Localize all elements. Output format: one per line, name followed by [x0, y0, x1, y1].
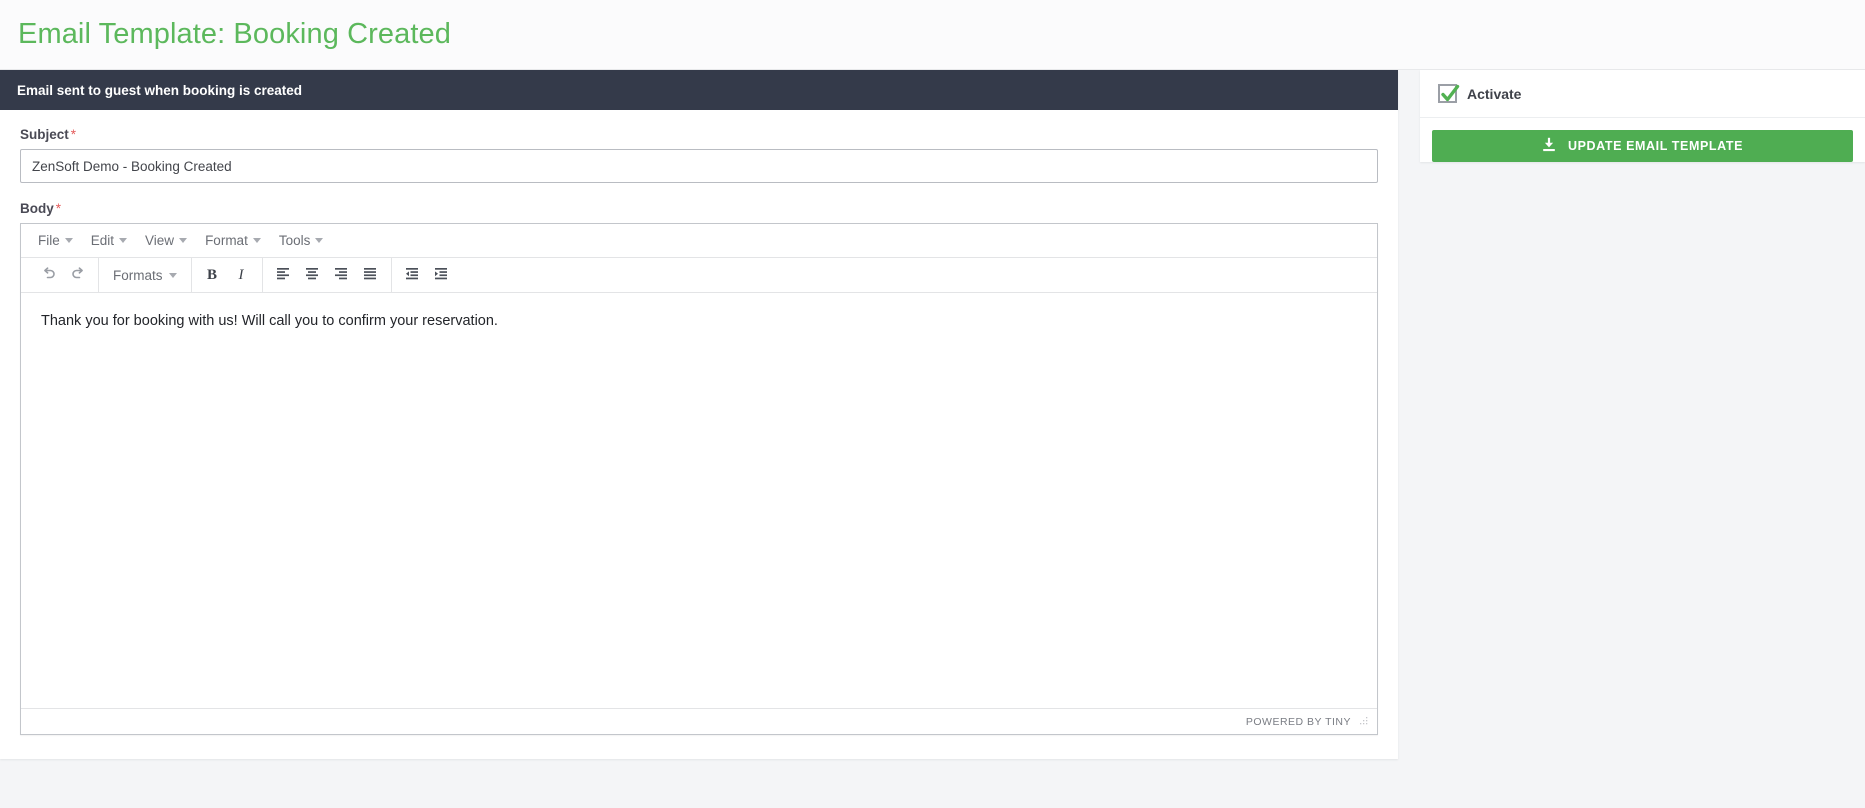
align-center-icon: [304, 265, 320, 286]
email-template-card: Email sent to guest when booking is crea…: [0, 70, 1398, 759]
sidebar-card: Activate UPDATE EMAIL TEMPLATE: [1420, 70, 1865, 162]
rich-text-editor: File Edit View Format Tools Formats B I …: [20, 223, 1378, 735]
subject-label: Subject *: [20, 127, 77, 142]
subject-required-mark: *: [70, 127, 77, 142]
page-header: Email Template: Booking Created: [0, 0, 1865, 70]
checkmark-icon: [1441, 84, 1460, 102]
formats-label: Formats: [113, 267, 163, 283]
menu-file-label: File: [38, 233, 60, 248]
align-justify-button[interactable]: [356, 262, 385, 289]
chevron-down-icon: [315, 238, 324, 243]
card-body: Subject* Body* File Edit: [0, 110, 1398, 759]
indent-button[interactable]: [427, 262, 456, 289]
editor-paragraph: Thank you for booking with us! Will call…: [41, 313, 498, 329]
menu-format-label: Format: [205, 233, 248, 248]
powered-by-label: POWERED BY TINY: [1245, 715, 1351, 728]
activate-checkbox[interactable]: [1438, 84, 1460, 103]
subject-input[interactable]: [20, 149, 1378, 183]
editor-statusbar: POWERED BY TINY: [21, 708, 1377, 734]
activate-row[interactable]: Activate: [1420, 70, 1865, 118]
toolbar-group-indent: [392, 258, 462, 292]
toolbar-group-style: B I: [192, 258, 263, 292]
menu-format[interactable]: Format: [196, 229, 270, 252]
page-title: Email Template: Booking Created: [18, 18, 451, 50]
chevron-down-icon: [168, 272, 177, 278]
align-left-icon: [275, 265, 291, 286]
menu-tools[interactable]: Tools: [270, 229, 333, 252]
update-email-template-button[interactable]: UPDATE EMAIL TEMPLATE: [1432, 130, 1853, 162]
menu-tools-label: Tools: [278, 233, 311, 248]
align-justify-icon: [362, 265, 378, 286]
toolbar-group-history: [28, 258, 99, 292]
card-header-text: Email sent to guest when booking is crea…: [17, 82, 303, 98]
activate-label: Activate: [1467, 85, 1522, 102]
body-label: Body *: [20, 201, 62, 216]
save-download-icon: [1542, 137, 1556, 155]
bold-button[interactable]: B: [198, 262, 227, 289]
undo-icon: [41, 265, 57, 286]
menu-view-label: View: [145, 233, 175, 248]
resize-grip-icon[interactable]: [1358, 713, 1369, 731]
align-right-icon: [333, 265, 349, 286]
body-required-mark: *: [55, 201, 62, 216]
chevron-down-icon: [179, 238, 188, 243]
page-layout: Email sent to guest when booking is crea…: [0, 70, 1865, 808]
indent-icon: [433, 265, 449, 286]
outdent-icon: [404, 265, 420, 286]
chevron-down-icon: [252, 238, 261, 243]
italic-button[interactable]: I: [227, 262, 256, 289]
editor-menubar: File Edit View Format Tools: [21, 224, 1377, 258]
menu-file[interactable]: File: [29, 229, 82, 252]
update-email-template-label: UPDATE EMAIL TEMPLATE: [1567, 139, 1744, 153]
card-header: Email sent to guest when booking is crea…: [0, 70, 1398, 110]
undo-button[interactable]: [34, 262, 63, 289]
align-center-button[interactable]: [298, 262, 327, 289]
chevron-down-icon: [64, 238, 73, 243]
bold-icon: B: [207, 266, 218, 283]
toolbar-group-formats: Formats: [99, 258, 192, 292]
sidebar: Activate UPDATE EMAIL TEMPLATE: [1420, 70, 1865, 176]
chevron-down-icon: [119, 238, 128, 243]
menu-edit-label: Edit: [90, 233, 115, 248]
outdent-button[interactable]: [398, 262, 427, 289]
menu-view[interactable]: View: [136, 229, 196, 252]
redo-button[interactable]: [63, 262, 92, 289]
align-right-button[interactable]: [327, 262, 356, 289]
editor-toolbar: Formats B I: [21, 258, 1377, 293]
menu-edit[interactable]: Edit: [82, 229, 136, 252]
italic-icon: I: [238, 266, 244, 283]
toolbar-group-align: [263, 258, 392, 292]
editor-content-area[interactable]: Thank you for booking with us! Will call…: [21, 293, 1377, 708]
formats-dropdown[interactable]: Formats: [105, 264, 185, 287]
align-left-button[interactable]: [269, 262, 298, 289]
redo-icon: [70, 265, 86, 286]
